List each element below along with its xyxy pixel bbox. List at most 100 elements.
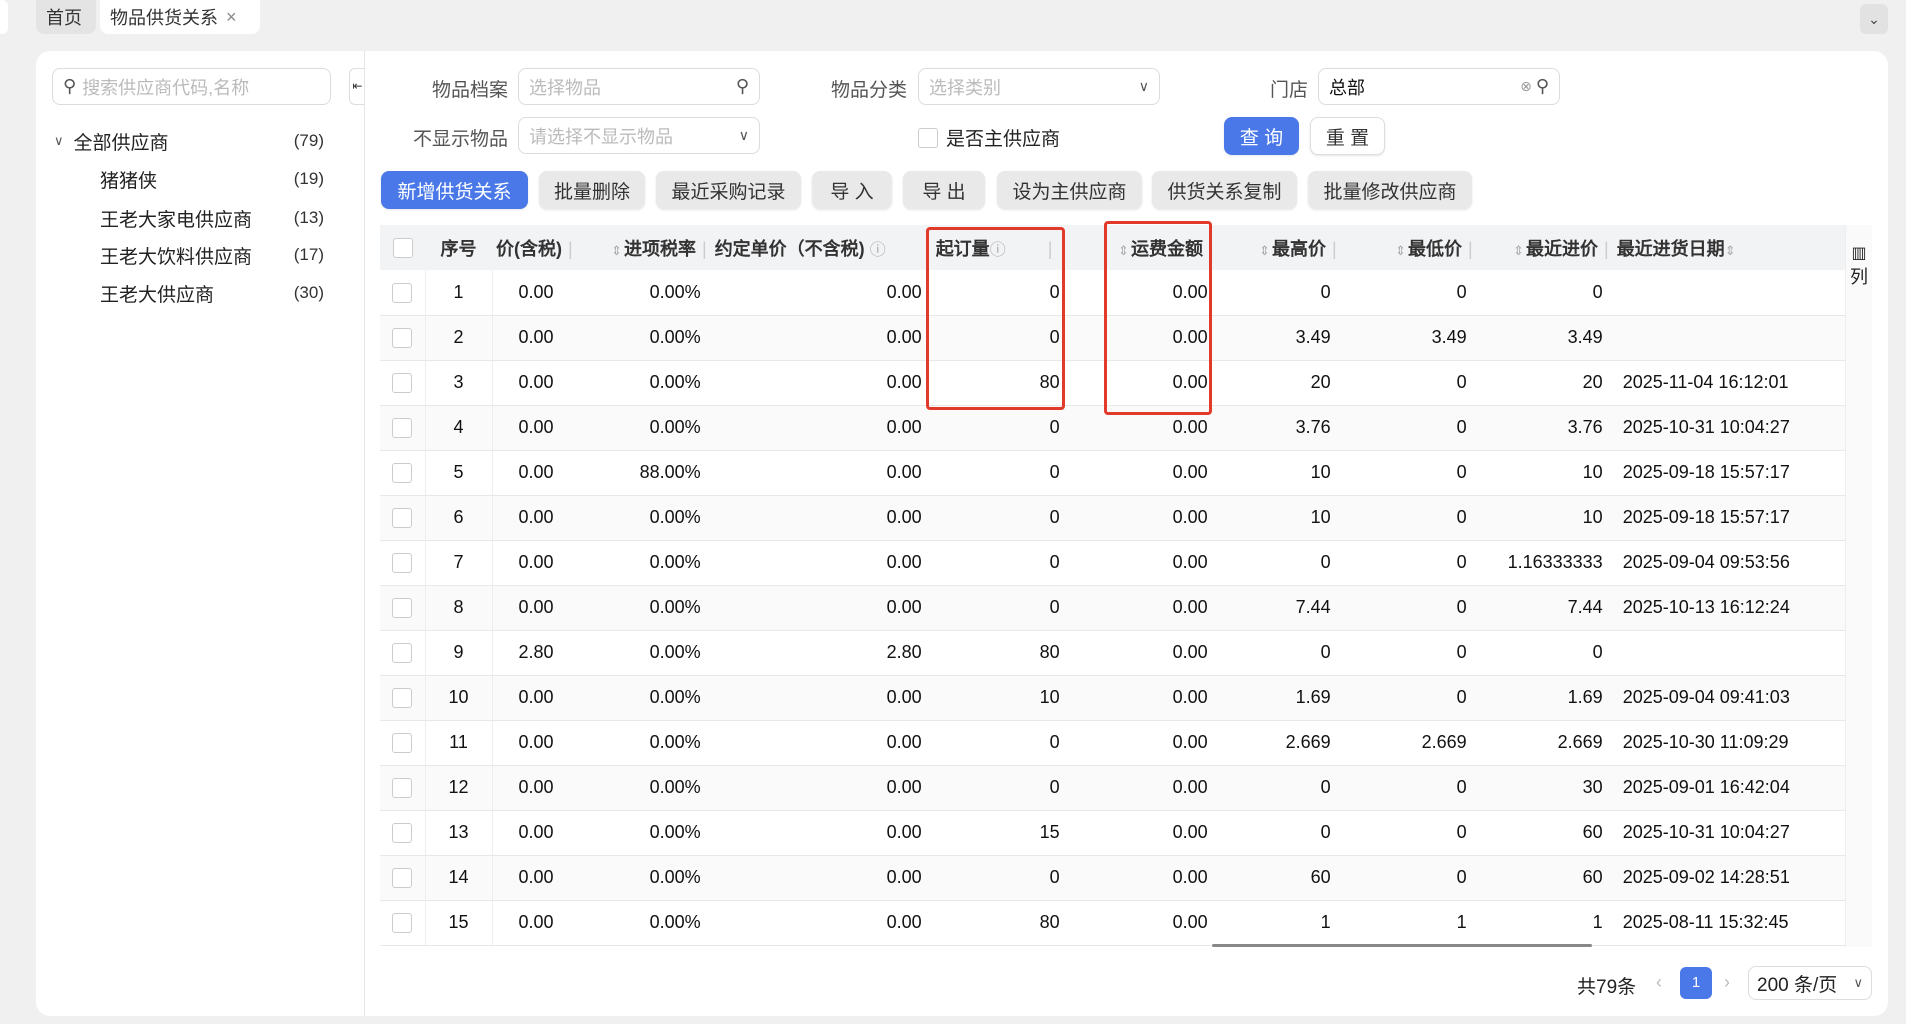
sort-icon[interactable]: ⇕ [611,243,622,258]
prev-page-icon[interactable]: ‹ [1656,972,1662,993]
batch-delete-button[interactable]: 批量删除 [539,171,645,209]
sort-icon[interactable]: ⇕ [1513,243,1524,258]
header-min-price[interactable]: ⇕ 最低价 | [1340,225,1477,270]
cell-last-price: 2.669 [1476,720,1613,766]
store-input[interactable]: 总部 ⊗ ⚲ [1318,68,1560,105]
collapse-panel-icon[interactable]: ⇤ [349,68,365,105]
cell-tax-rate: 0.00% [576,810,711,856]
row-checkbox[interactable] [380,630,426,676]
row-checkbox[interactable] [380,450,426,496]
row-checkbox[interactable] [380,675,426,721]
category-label: 物品分类 [830,80,907,101]
table-row[interactable]: 10 0.00 0.00% 0.00 10 0.00 1.69 0 1.69 2025-09-04… [380,675,1851,721]
row-checkbox[interactable] [380,765,426,811]
page-1-button[interactable]: 1 [1680,967,1712,999]
next-page-icon[interactable]: › [1724,972,1730,993]
help-icon[interactable]: ⓘ [870,242,886,259]
category-select[interactable]: 选择类别 ∨ [918,68,1160,105]
row-checkbox[interactable] [380,810,426,856]
sort-icon[interactable]: ⇕ [1259,243,1270,258]
header-last-date[interactable]: 最近进货日期⇕ [1612,225,1829,270]
copy-relation-button[interactable]: 供货关系复制 [1152,171,1297,209]
tabs-dropdown-chevron-icon[interactable]: ⌄ [1860,4,1888,34]
horizontal-scrollbar[interactable] [1212,944,1592,947]
recent-purchases-button[interactable]: 最近采购记录 [656,171,801,209]
cell-min-price: 0 [1340,675,1477,721]
cell-agreed-price: 0.00 [710,315,932,361]
row-checkbox[interactable] [380,720,426,766]
table-row[interactable]: 5 0.00 88.00% 0.00 0 0.00 10 0 10 2025-09-18 15:5… [380,450,1851,496]
main-supplier-checkbox[interactable]: 是否主供应商 [918,124,1060,151]
hide-items-label: 不显示物品 [412,129,508,150]
row-checkbox[interactable] [380,900,426,946]
table-row[interactable]: 14 0.00 0.00% 0.00 0 0.00 60 0 60 2025-09-02 14:2… [380,855,1851,901]
tree-label: 全部供应商 [73,132,169,154]
header-price-tax[interactable]: 价(含税) | [492,225,577,270]
checkbox[interactable] [918,127,938,148]
tab-home[interactable]: 首页 [36,0,96,34]
tree-item[interactable]: 王老大饮料供应商 (17) [36,237,366,273]
table-row[interactable]: 9 2.80 0.00% 2.80 80 0.00 0 0 0 [380,630,1851,676]
tree-item[interactable]: 王老大家电供应商 (13) [36,200,366,236]
row-checkbox[interactable] [380,405,426,451]
cell-last-price: 30 [1476,765,1613,811]
table-row[interactable]: 7 0.00 0.00% 0.00 0 0.00 0 0 1.16333333 2025-09-0… [380,540,1851,586]
set-main-supplier-button[interactable]: 设为主供应商 [997,171,1142,209]
cell-price-tax: 0.00 [492,810,577,856]
chevron-down-icon[interactable]: ∨ [54,133,64,149]
table-row[interactable]: 11 0.00 0.00% 0.00 0 0.00 2.669 2.669 2.669 2025-… [380,720,1851,766]
row-checkbox[interactable] [380,360,426,406]
cell-min-order: 0 [931,495,1070,541]
table-row[interactable]: 15 0.00 0.00% 0.00 80 0.00 1 1 1 2025-08-11 15:32… [380,900,1851,946]
table-row[interactable]: 6 0.00 0.00% 0.00 0 0.00 10 0 10 2025-09-18 15:57… [380,495,1851,541]
query-button[interactable]: 查 询 [1224,117,1299,155]
cell-last-date [1612,315,1829,361]
cell-last-date [1612,630,1829,676]
import-button[interactable]: 导 入 [812,171,892,209]
cell-price-tax: 0.00 [492,765,577,811]
header-max-price[interactable]: ⇕ 最高价 | [1217,225,1341,270]
header-tax-rate[interactable]: ⇕ 进项税率 | [576,225,711,270]
clear-icon[interactable]: ⊗ [1520,78,1532,95]
cell-price-tax: 0.00 [492,270,577,316]
cell-freight: 0.00 [1069,855,1218,901]
table-row[interactable]: 8 0.00 0.00% 0.00 0 0.00 7.44 0 7.44 2025-10-13 1… [380,585,1851,631]
row-checkbox[interactable] [380,855,426,901]
batch-edit-supplier-button[interactable]: 批量修改供应商 [1308,171,1472,209]
reset-button[interactable]: 重 置 [1310,117,1385,155]
sort-icon[interactable]: ⇕ [1725,243,1736,258]
page-size-select[interactable]: 200 条/页 ∨ [1748,966,1872,1000]
search-icon[interactable]: ⚲ [1536,76,1549,97]
cell-min-price: 0 [1340,810,1477,856]
header-label: 最高价 [1272,238,1326,259]
header-last-price[interactable]: ⇕ 最近进价 | [1476,225,1613,270]
cell-min-price: 0 [1340,855,1477,901]
add-supply-relation-button[interactable]: 新增供货关系 [381,171,528,209]
close-icon[interactable]: × [226,7,237,28]
export-button[interactable]: 导 出 [903,171,985,209]
item-select[interactable]: 选择物品 ⚲ [518,68,760,105]
row-checkbox[interactable] [380,315,426,361]
row-checkbox[interactable] [380,585,426,631]
row-checkbox[interactable] [380,495,426,541]
cell-price-tax: 0.00 [492,855,577,901]
table-row[interactable]: 12 0.00 0.00% 0.00 0 0.00 0 0 30 2025-09-01 16:42… [380,765,1851,811]
tree-item[interactable]: 猪猪侠 (19) [36,161,366,197]
select-all-checkbox[interactable] [380,225,425,270]
row-checkbox[interactable] [380,270,426,316]
cell-max-price: 10 [1217,450,1341,496]
supplier-search-input[interactable]: ⚲ 搜索供应商代码,名称 [52,68,331,105]
tree-item-all[interactable]: ∨ 全部供应商 (79) [36,123,366,159]
tree-item[interactable]: 王老大供应商 (30) [36,275,366,311]
cell-min-order: 80 [931,630,1070,676]
sort-icon[interactable]: ⇕ [1395,243,1406,258]
hide-items-select[interactable]: 请选择不显示物品 ∨ [518,117,760,154]
column-settings[interactable]: ▥ 列 [1845,225,1872,947]
cell-min-order: 0 [931,765,1070,811]
tab-supply-relation[interactable]: 物品供货关系 × [100,0,260,34]
table-row[interactable]: 13 0.00 0.00% 0.00 15 0.00 0 0 60 2025-10-31 10:0… [380,810,1851,856]
cell-index: 7 [425,540,493,586]
side-collapse-handle[interactable] [0,0,8,34]
cell-index: 10 [425,675,493,721]
row-checkbox[interactable] [380,540,426,586]
